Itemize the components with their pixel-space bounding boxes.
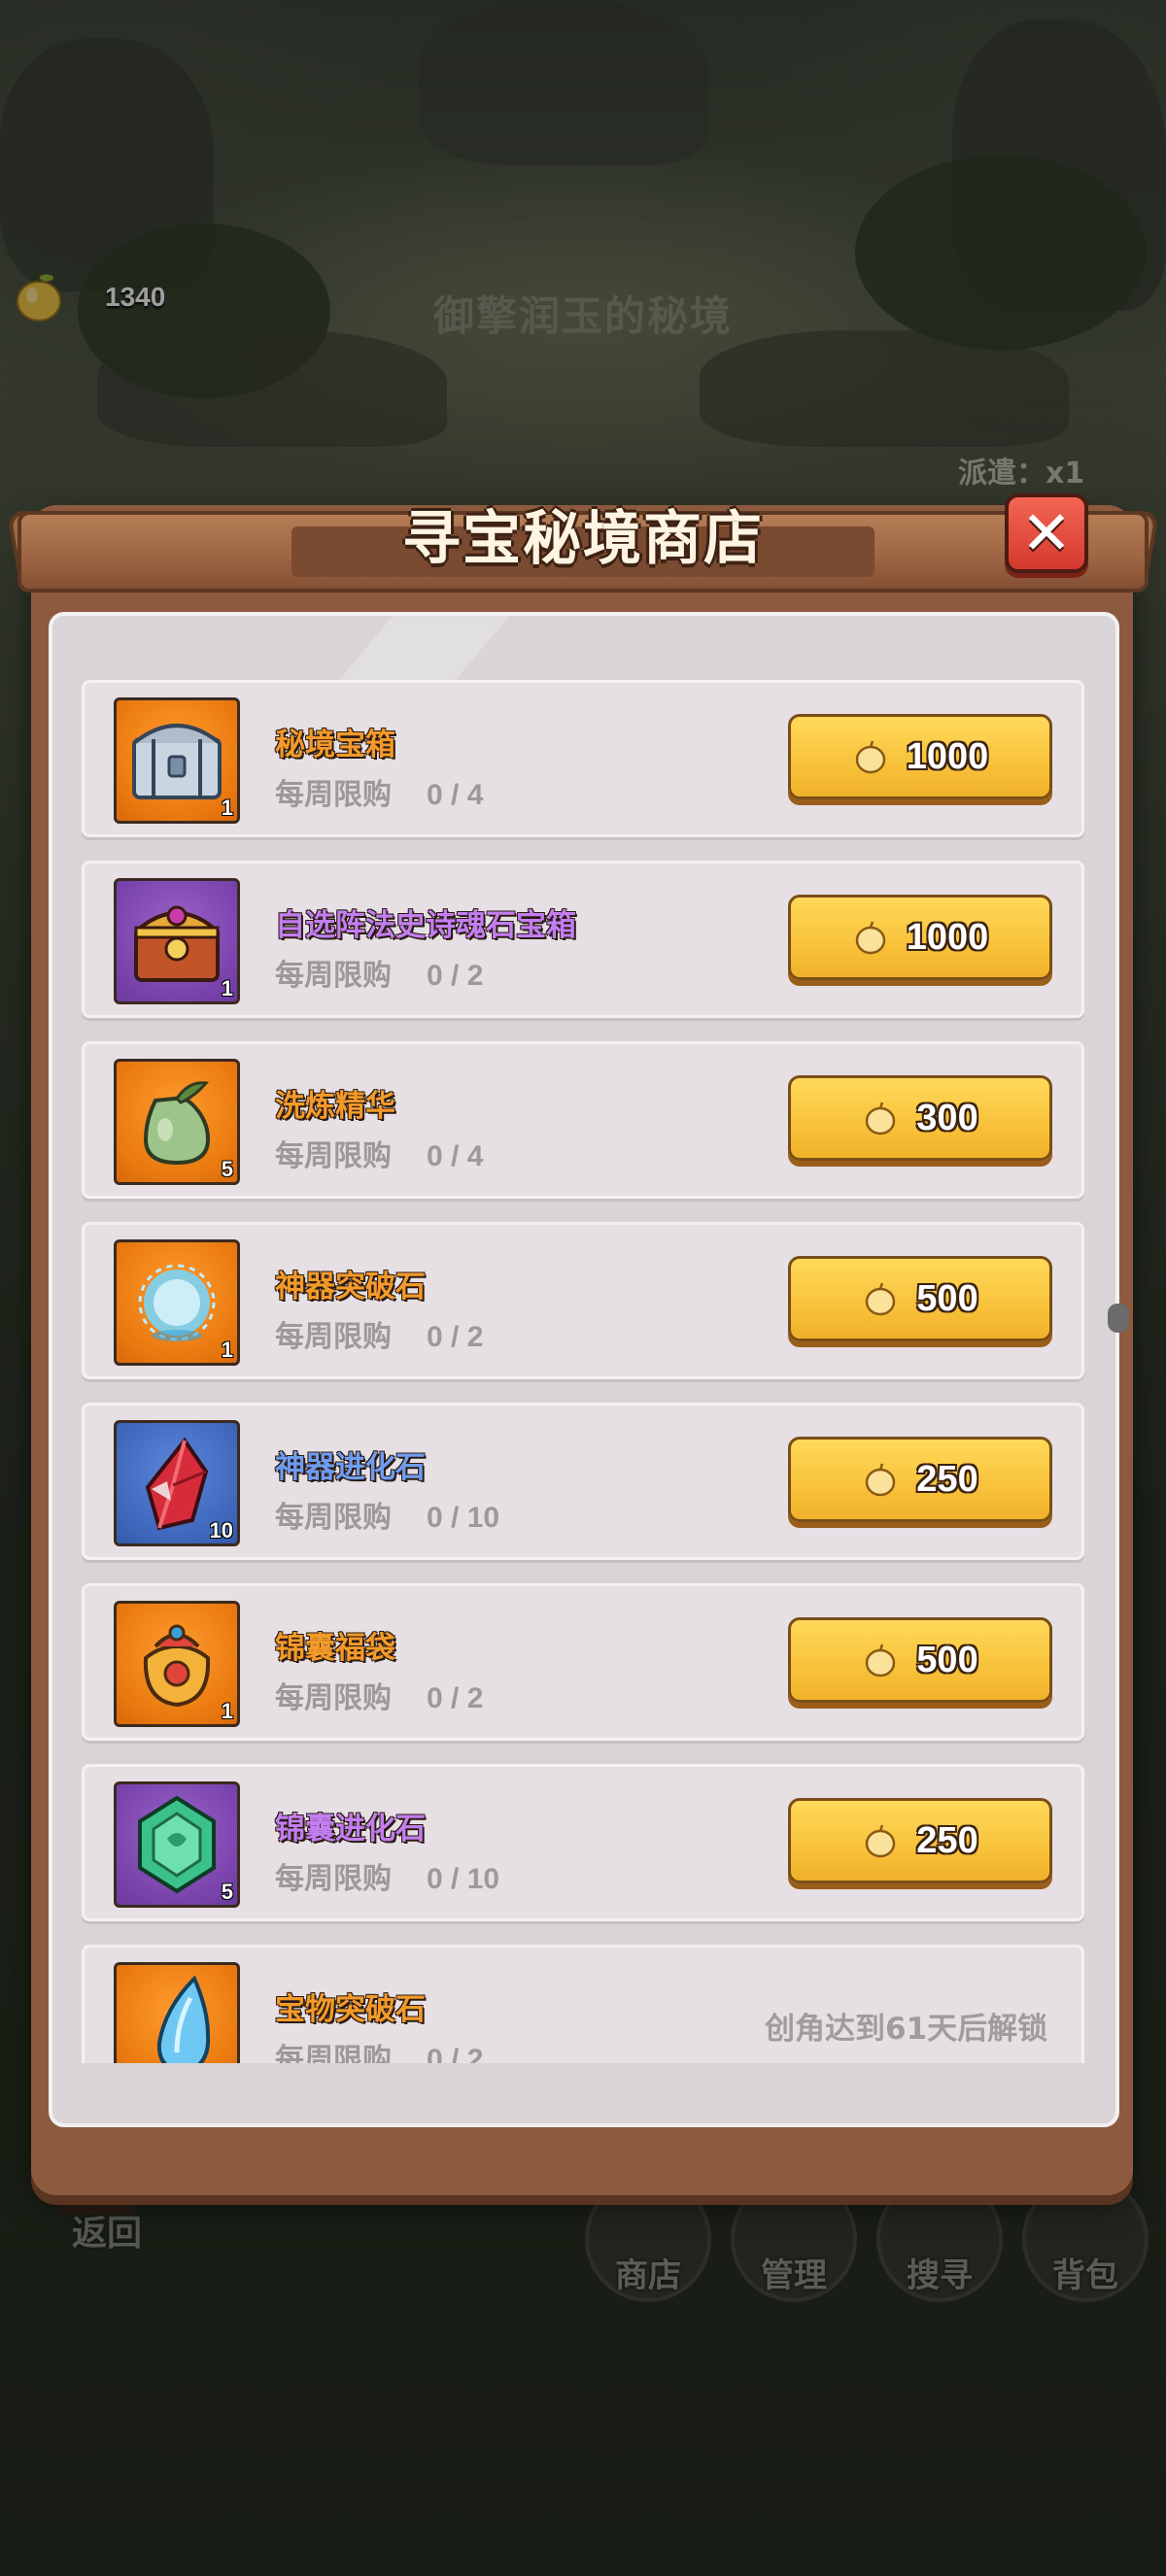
price-value: 250 <box>916 1458 978 1500</box>
limit-label: 每周限购 <box>275 959 392 993</box>
item-name: 神器进化石 <box>275 1450 426 1485</box>
item-limit: 每周限购 0 / 2 <box>275 1674 483 1716</box>
item-name: 自选阵法史诗魂石宝箱 <box>275 908 576 943</box>
limit-count: 0 / 2 <box>427 1321 484 1353</box>
item-name: 神器突破石 <box>275 1270 426 1305</box>
limit-label: 每周限购 <box>275 2043 392 2063</box>
item-limit: 每周限购 0 / 10 <box>275 1493 499 1536</box>
golden-apple-icon <box>866 1102 896 1135</box>
close-button[interactable]: ✕ <box>1005 493 1088 573</box>
item-limit: 每周限购 0 / 2 <box>275 951 483 994</box>
item-icon-frame: 1 <box>114 878 240 1004</box>
green-gem-icon <box>138 1795 216 1894</box>
item-quantity: 5 <box>221 1157 233 1181</box>
price-value: 1000 <box>906 916 989 958</box>
limit-count: 0 / 2 <box>427 960 484 992</box>
item-name: 锦囊进化石 <box>275 1812 426 1847</box>
limit-count: 0 / 4 <box>427 1140 484 1172</box>
limit-label: 每周限购 <box>275 778 392 812</box>
item-quantity: 1 <box>221 1338 233 1362</box>
limit-label: 每周限购 <box>275 1681 392 1715</box>
shop-item: 10 神器进化石 每周限购 0 / 10 250 <box>82 1403 1084 1560</box>
golden-apple-icon <box>866 1824 896 1858</box>
limit-label: 每周限购 <box>275 1320 392 1354</box>
shop-item: 5 洗炼精华 每周限购 0 / 4 300 <box>82 1041 1084 1199</box>
item-limit: 每周限购 0 / 2 <box>275 2035 483 2063</box>
close-icon: ✕ <box>1021 497 1072 568</box>
gold-chest-icon <box>134 905 220 982</box>
lucky-bag-icon <box>143 1624 211 1708</box>
shop-item-list[interactable]: 1 秘境宝箱 每周限购 0 / 4 1000 1 自选阵法史诗魂石宝箱 每周限购 0… <box>82 680 1084 2063</box>
shop-item: 1 神器突破石 每周限购 0 / 2 500 <box>82 1222 1084 1379</box>
golden-apple-icon <box>866 1282 896 1316</box>
scroll-indicator[interactable] <box>1108 1304 1129 1333</box>
shop-item: 5 锦囊进化石 每周限购 0 / 10 250 <box>82 1764 1084 1921</box>
shop-item: 1 自选阵法史诗魂石宝箱 每周限购 0 / 2 1000 <box>82 861 1084 1018</box>
item-icon-frame: 5 <box>114 1059 240 1185</box>
price-value: 500 <box>916 1277 978 1319</box>
price-value: 500 <box>916 1639 978 1680</box>
item-name: 洗炼精华 <box>275 1089 395 1124</box>
item-icon-frame: 1 <box>114 1601 240 1727</box>
buy-button[interactable]: 300 <box>788 1075 1052 1161</box>
limit-label: 每周限购 <box>275 1862 392 1896</box>
item-limit: 每周限购 0 / 4 <box>275 770 483 813</box>
item-icon-frame: 5 <box>114 1781 240 1908</box>
item-quantity: 1 <box>221 796 233 820</box>
golden-apple-icon <box>855 740 885 774</box>
price-value: 250 <box>916 1819 978 1861</box>
limit-count: 0 / 10 <box>427 1863 500 1895</box>
unlock-requirement: 创角达到61天后解锁 <box>765 2012 1048 2047</box>
item-icon-frame <box>114 1962 240 2063</box>
item-limit: 每周限购 0 / 2 <box>275 1312 483 1355</box>
item-limit: 每周限购 0 / 4 <box>275 1132 483 1174</box>
buy-button[interactable]: 1000 <box>788 714 1052 799</box>
limit-count: 0 / 10 <box>427 1502 500 1534</box>
limit-count: 0 / 4 <box>427 779 484 811</box>
item-quantity: 5 <box>221 1880 233 1904</box>
shop-item-locked: 宝物突破石 每周限购 0 / 2 创角达到61天后解锁 <box>82 1945 1084 2063</box>
shop-item: 1 锦囊福袋 每周限购 0 / 2 500 <box>82 1583 1084 1741</box>
item-quantity: 10 <box>209 1518 233 1542</box>
buy-button[interactable]: 250 <box>788 1437 1052 1522</box>
buy-button[interactable]: 1000 <box>788 895 1052 980</box>
item-icon-frame: 10 <box>114 1420 240 1546</box>
limit-count: 0 / 2 <box>427 2044 484 2063</box>
limit-count: 0 / 2 <box>427 1682 484 1714</box>
shop-item: 1 秘境宝箱 每周限购 0 / 4 1000 <box>82 680 1084 837</box>
item-icon-frame: 1 <box>114 697 240 824</box>
shop-title: 寻宝秘境商店 <box>402 505 764 573</box>
golden-apple-icon <box>866 1644 896 1678</box>
golden-apple-icon <box>855 921 885 955</box>
blue-shard-icon <box>156 1975 211 2063</box>
buy-button[interactable]: 250 <box>788 1798 1052 1883</box>
item-name: 秘境宝箱 <box>275 728 395 763</box>
limit-label: 每周限购 <box>275 1139 392 1173</box>
buy-button[interactable]: 500 <box>788 1256 1052 1341</box>
item-icon-frame: 1 <box>114 1239 240 1366</box>
item-name: 宝物突破石 <box>275 1992 426 2027</box>
buy-button[interactable]: 500 <box>788 1617 1052 1703</box>
price-value: 1000 <box>906 735 989 777</box>
item-name: 锦囊福袋 <box>275 1631 395 1666</box>
item-quantity: 1 <box>221 1699 233 1723</box>
blue-orb-icon <box>138 1264 216 1341</box>
essence-pouch-icon <box>143 1081 211 1166</box>
price-value: 300 <box>916 1097 978 1138</box>
limit-label: 每周限购 <box>275 1501 392 1535</box>
item-quantity: 1 <box>221 976 233 1000</box>
item-limit: 每周限购 0 / 10 <box>275 1854 499 1897</box>
golden-apple-icon <box>866 1463 896 1497</box>
silver-chest-icon <box>132 724 222 799</box>
